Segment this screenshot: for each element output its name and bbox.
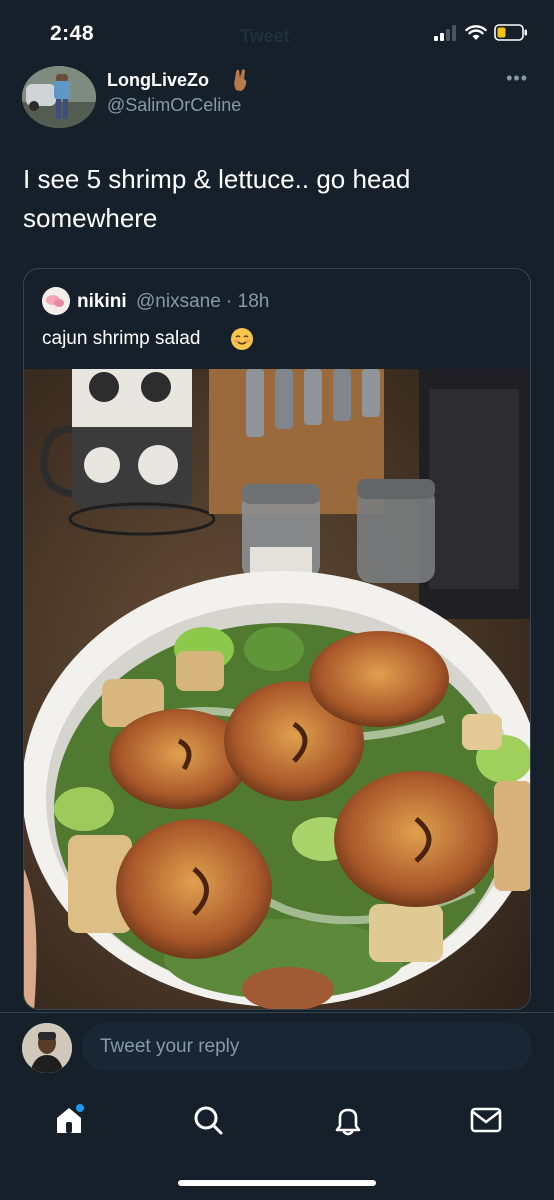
relieved-face-icon xyxy=(231,328,253,350)
author-avatar[interactable] xyxy=(22,66,96,128)
quote-author-meta: @nixsane · 18h xyxy=(136,291,270,312)
quoted-tweet-card[interactable]: nikini @nixsane · 18h cajun shrimp salad xyxy=(23,268,531,1010)
tweet-text: I see 5 shrimp & lettuce.. go head somew… xyxy=(23,164,411,233)
status-time: 2:48 xyxy=(50,22,95,45)
home-icon xyxy=(57,1104,84,1133)
signal-icon xyxy=(434,24,456,41)
reply-input[interactable] xyxy=(82,1023,532,1071)
status-bar: 2:48 Tweet xyxy=(0,0,554,70)
tab-messages[interactable] xyxy=(466,1100,506,1140)
header-title-ghost: Tweet xyxy=(240,26,290,46)
quote-author-avatar xyxy=(42,287,70,315)
more-options-button[interactable]: ••• xyxy=(506,68,528,89)
mail-icon xyxy=(470,1107,502,1133)
tab-search[interactable] xyxy=(188,1100,228,1140)
battery-icon xyxy=(494,24,527,41)
tab-home[interactable] xyxy=(49,1100,89,1140)
search-icon xyxy=(194,1106,223,1135)
fingers-crossed-icon xyxy=(234,69,247,91)
home-indicator xyxy=(178,1180,376,1186)
quote-text: cajun shrimp salad xyxy=(42,328,201,349)
quote-author-name: nikini xyxy=(77,291,127,312)
cajun-shrimp-salad-photo[interactable] xyxy=(24,369,531,1010)
bell-icon xyxy=(335,1108,361,1136)
status-icons xyxy=(434,24,528,41)
author-handle[interactable]: @SalimOrCeline xyxy=(107,95,241,116)
author-name[interactable]: LongLiveZo xyxy=(107,70,209,91)
tweet-author-row: LongLiveZo @SalimOrCeline ••• xyxy=(22,66,532,128)
wifi-icon xyxy=(465,24,487,40)
tab-notifications[interactable] xyxy=(328,1100,368,1140)
user-avatar[interactable] xyxy=(22,1023,72,1073)
reply-bar xyxy=(0,1012,554,1082)
